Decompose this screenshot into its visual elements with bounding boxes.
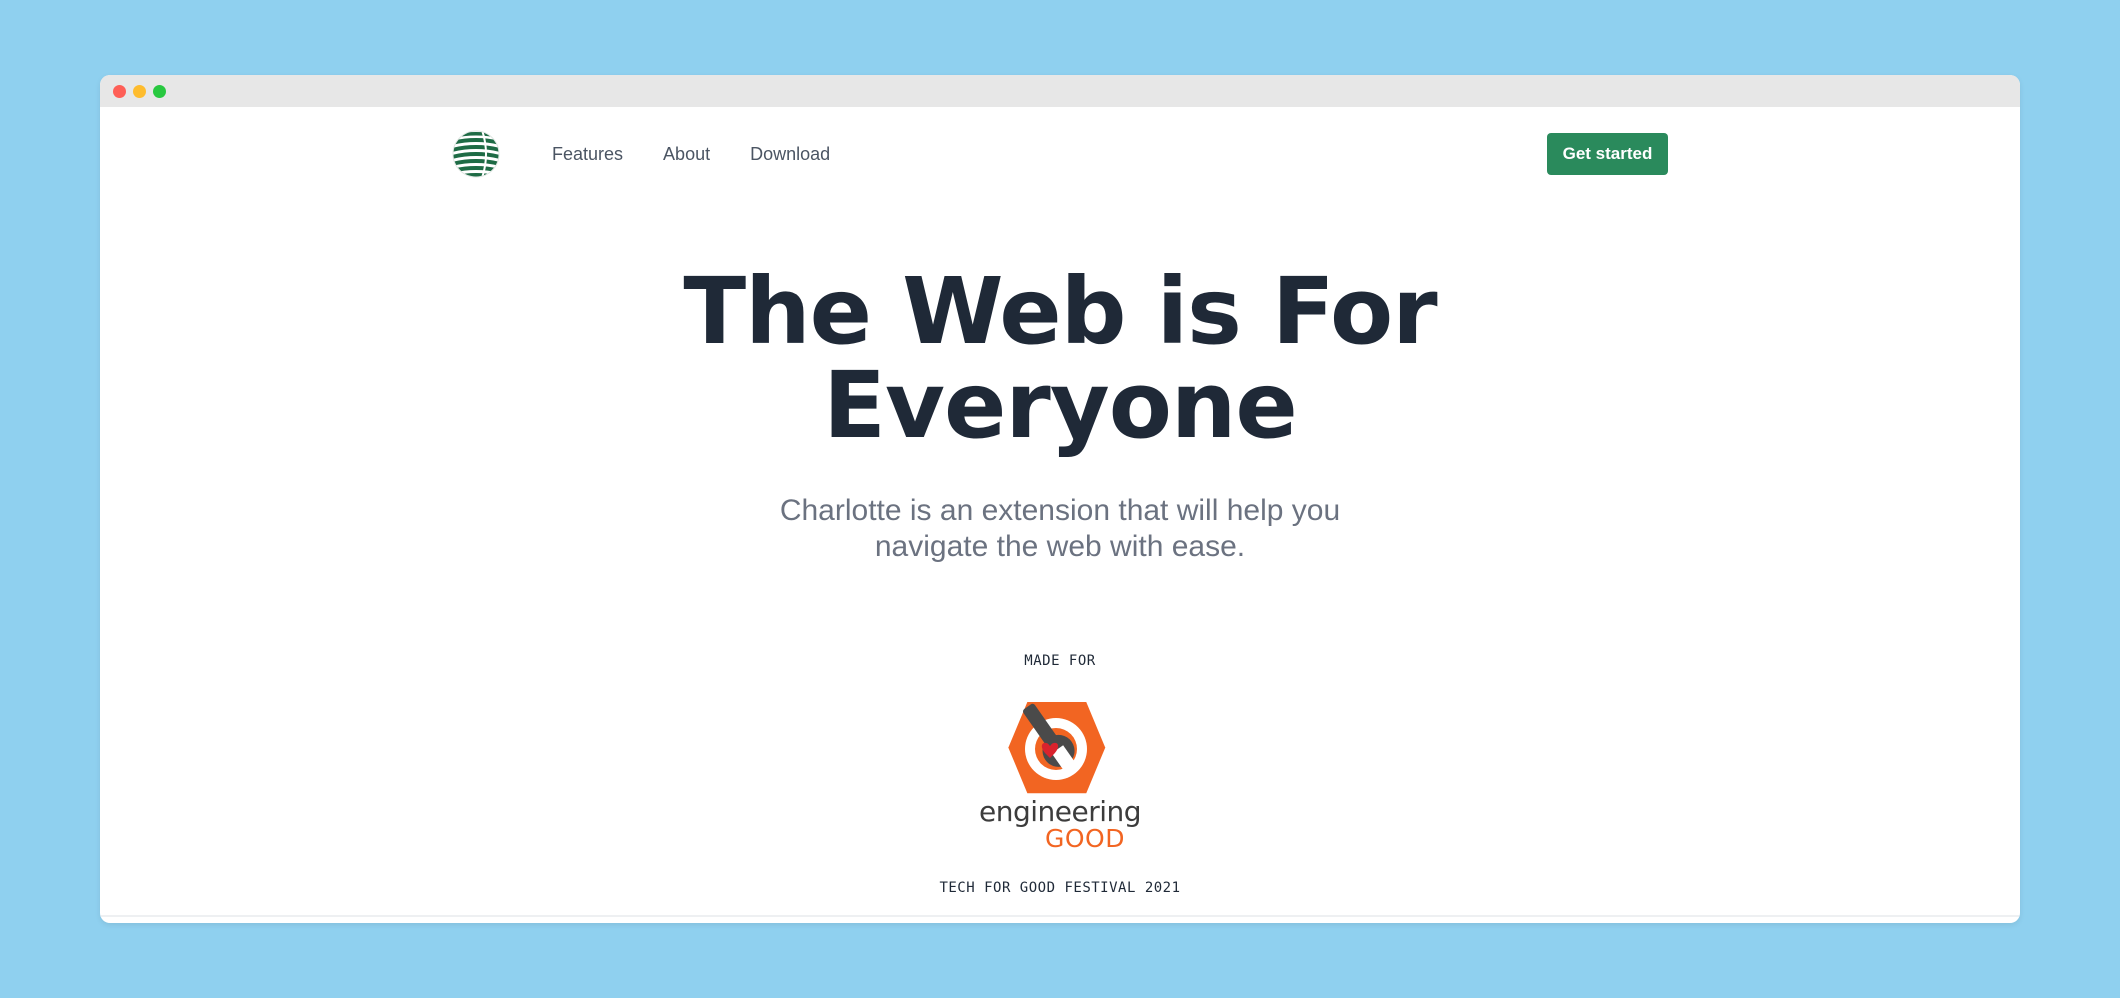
- nav-link-download[interactable]: Download: [750, 142, 830, 166]
- hero-section: The Web is For Everyone Charlotte is an …: [100, 265, 2020, 565]
- minimize-window-button[interactable]: [133, 85, 146, 98]
- made-for-label: MADE FOR: [1024, 653, 1096, 669]
- window-titlebar: [100, 75, 2020, 107]
- hero-title: The Web is For Everyone: [100, 265, 2020, 453]
- nav-link-about[interactable]: About: [663, 142, 710, 166]
- hero-title-line-2: Everyone: [823, 352, 1298, 459]
- maximize-window-button[interactable]: [153, 85, 166, 98]
- engineering-good-wordmark-2: GOOD: [1045, 824, 1125, 853]
- hero-subtitle: Charlotte is an extension that will help…: [779, 494, 1341, 563]
- nav-links: Features About Download: [552, 142, 830, 166]
- striped-globe-icon[interactable]: [452, 130, 500, 178]
- festival-label: TECH FOR GOOD FESTIVAL 2021: [939, 880, 1181, 896]
- browser-window: Features About Download Get started The …: [100, 75, 2020, 923]
- engineering-good-wordmark-1: engineering: [978, 795, 1142, 828]
- hero-title-line-1: The Web is For: [683, 258, 1437, 365]
- get-started-button[interactable]: Get started: [1547, 133, 1668, 175]
- nav-link-features[interactable]: Features: [552, 142, 623, 166]
- top-navigation: Features About Download Get started: [452, 130, 1668, 178]
- close-window-button[interactable]: [113, 85, 126, 98]
- divider: [100, 915, 2020, 917]
